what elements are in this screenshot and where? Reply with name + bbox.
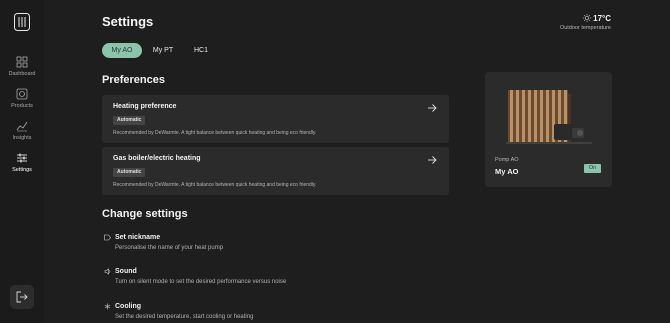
heat-pump-image: [506, 90, 592, 144]
status-badge: Automatic: [113, 168, 146, 177]
setting-title: Sound: [115, 268, 137, 275]
sun-icon: [583, 14, 592, 22]
sidebar-item-products[interactable]: Products: [0, 88, 44, 109]
tab-my-pt[interactable]: My PT: [148, 43, 178, 58]
sound-icon: [104, 268, 111, 275]
setting-title: Set nickname: [115, 234, 161, 241]
tab-my-ao[interactable]: My AO: [102, 43, 142, 58]
temperature-value: 17°C: [593, 14, 611, 23]
pump-label: Pomp AO: [495, 157, 519, 163]
outdoor-temperature: 17°C: [560, 14, 611, 23]
weather-widget: 17°C Outdoor temperature: [560, 14, 611, 31]
heating-preference-card[interactable]: Heating preference Automatic Recommended…: [102, 95, 449, 143]
card-title: Heating preference: [113, 103, 177, 110]
chart-icon: [16, 121, 28, 132]
setting-description: Turn on silent mode to set the desired p…: [115, 279, 287, 285]
temperature-label: Outdoor temperature: [559, 25, 611, 31]
product-icon: [16, 88, 28, 100]
sidebar: Dashboard Products Insights Settings: [0, 0, 44, 323]
app-logo-icon[interactable]: [14, 13, 30, 31]
logout-button[interactable]: [10, 285, 34, 309]
setting-description: Set the desired temperature, start cooli…: [115, 314, 254, 320]
sidebar-item-label: Dashboard: [8, 71, 36, 77]
pump-name: My AO: [495, 167, 519, 176]
status-badge: Automatic: [113, 116, 146, 125]
sidebar-item-settings[interactable]: Settings: [0, 152, 44, 173]
card-description: Recommended by DeWarmte. A tight balance…: [113, 130, 317, 136]
page-title: Settings: [102, 14, 154, 29]
sidebar-item-label: Settings: [12, 167, 32, 173]
heat-pump-card[interactable]: Pomp AO My AO On: [485, 72, 612, 187]
arrow-right-icon: [428, 104, 437, 112]
card-description: Recommended by DeWarmte. A tight balance…: [113, 182, 317, 188]
status-badge: On: [584, 164, 601, 173]
card-title: Gas boiler/electric heating: [113, 155, 201, 162]
sidebar-item-label: Insights: [12, 135, 32, 141]
tab-hc1[interactable]: HC1: [190, 43, 212, 58]
grid-icon: [16, 56, 28, 68]
sliders-icon: [17, 153, 27, 163]
setting-description: Personalise the name of your heat pump: [115, 245, 224, 251]
tag-icon: [104, 234, 111, 241]
sidebar-item-dashboard[interactable]: Dashboard: [0, 56, 44, 77]
preferences-heading: Preferences: [102, 74, 165, 86]
snowflake-icon: [104, 303, 111, 310]
change-settings-heading: Change settings: [102, 208, 188, 220]
logout-icon: [16, 291, 28, 303]
gas-boiler-card[interactable]: Gas boiler/electric heating Automatic Re…: [102, 147, 449, 195]
setting-title: Cooling: [115, 303, 142, 310]
sidebar-item-insights[interactable]: Insights: [0, 120, 44, 141]
sidebar-item-label: Products: [11, 103, 33, 109]
arrow-right-icon: [428, 156, 437, 164]
